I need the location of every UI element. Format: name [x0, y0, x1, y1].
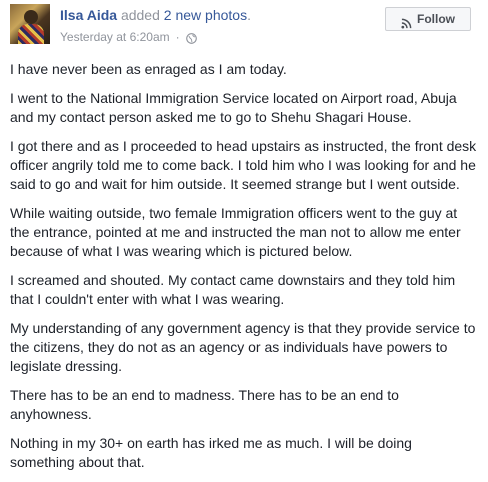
globe-icon[interactable]	[185, 32, 197, 44]
post-paragraph: I went to the National Immigration Servi…	[10, 90, 457, 125]
avatar-clothing	[18, 24, 44, 44]
post-paragraph: While waiting outside, two female Immigr…	[10, 205, 461, 259]
action-suffix: .	[247, 7, 251, 23]
avatar-head	[24, 10, 38, 24]
post-paragraph: My understanding of any government agenc…	[10, 320, 476, 374]
post-byline: Ilsa Aida added 2 new photos.	[60, 6, 251, 24]
post-paragraph: Nothing in my 30+ on earth has irked me …	[10, 435, 412, 470]
post-paragraph: I have never been as enraged as I am tod…	[10, 61, 287, 77]
facebook-post: Ilsa Aida added 2 new photos. Yesterday …	[0, 0, 488, 470]
rss-icon	[401, 14, 412, 29]
timestamp-link[interactable]: Yesterday at 6:20am	[60, 29, 170, 45]
follow-button[interactable]: Follow	[385, 7, 471, 31]
post-body: I have never been as enraged as I am tod…	[10, 60, 480, 482]
post-header: Ilsa Aida added 2 new photos. Yesterday …	[0, 0, 488, 56]
post-paragraph: I got there and as I proceeded to head u…	[10, 138, 477, 192]
action-prefix: added	[120, 7, 160, 23]
post-paragraph: I screamed and shouted. My contact came …	[10, 272, 456, 307]
follow-label: Follow	[417, 12, 455, 26]
meta-separator: ·	[175, 30, 180, 44]
new-photos-link[interactable]: 2 new photos	[164, 7, 247, 23]
author-name-link[interactable]: Ilsa Aida	[60, 7, 117, 23]
avatar[interactable]	[10, 4, 50, 44]
post-paragraph: There has to be an end to madness. There…	[10, 387, 399, 422]
post-meta: Yesterday at 6:20am ·	[60, 29, 197, 45]
